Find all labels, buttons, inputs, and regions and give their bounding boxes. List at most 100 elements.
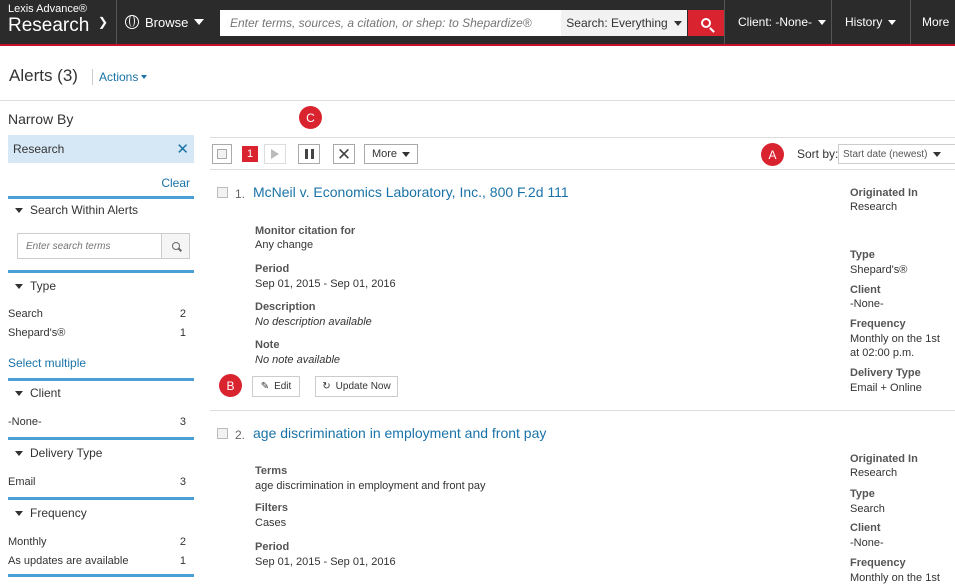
select-all-checkbox[interactable] xyxy=(212,144,232,164)
meta-label: Client xyxy=(850,522,881,534)
edit-button[interactable]: ✎ Edit xyxy=(252,376,300,397)
client-menu[interactable]: Client: -None- xyxy=(738,0,827,44)
search-scope-dropdown[interactable]: Search: Everything xyxy=(561,10,687,36)
facet-option[interactable]: Shepard's® 1 xyxy=(8,327,194,339)
field-value: No description available xyxy=(255,316,372,328)
sort-dropdown[interactable]: Start date (newest) xyxy=(838,144,955,164)
search-within-button[interactable] xyxy=(161,234,189,258)
facet-divider xyxy=(8,378,194,381)
pause-icon xyxy=(304,149,314,159)
facet-option-count: 2 xyxy=(179,536,186,548)
more-actions-dropdown[interactable]: More xyxy=(364,144,418,164)
facet-option[interactable]: Search 2 xyxy=(8,308,194,320)
meta-value: -None- xyxy=(850,537,884,549)
facet-header-frequency[interactable]: Frequency xyxy=(8,506,194,520)
facet-search-box xyxy=(17,233,190,259)
result-number: 1. xyxy=(235,187,246,201)
product-logo[interactable]: Lexis Advance® Research xyxy=(8,3,89,37)
divider xyxy=(116,0,117,44)
meta-value: -None- xyxy=(850,298,884,310)
page-title: Alerts (3) xyxy=(9,66,78,85)
facet-header-client[interactable]: Client xyxy=(8,386,194,400)
meta-value: Monthly on the 1st xyxy=(850,333,940,345)
pause-button[interactable] xyxy=(298,144,320,164)
caret-down-icon xyxy=(194,19,205,25)
field-value: No note available xyxy=(255,354,341,366)
close-icon: ✕ xyxy=(336,144,352,164)
result-title-link[interactable]: age discrimination in employment and fro… xyxy=(253,425,546,441)
meta-label: Originated In xyxy=(850,187,918,199)
field-value: Sep 01, 2015 - Sep 01, 2016 xyxy=(255,556,396,568)
facet-option[interactable]: -None- 3 xyxy=(8,416,194,428)
search-icon xyxy=(171,242,180,250)
clear-filters-link[interactable]: Clear xyxy=(150,176,190,190)
narrow-by-heading: Narrow By xyxy=(8,111,74,127)
facet-option-count: 3 xyxy=(179,476,186,488)
meta-value: Research xyxy=(850,201,898,213)
facet-header-delivery-type[interactable]: Delivery Type xyxy=(8,446,194,460)
remove-filter-icon[interactable]: ✕ xyxy=(176,140,189,158)
meta-value: Research xyxy=(850,467,898,479)
update-now-label: Update Now xyxy=(335,381,391,392)
facet-divider xyxy=(8,497,194,500)
search-button[interactable] xyxy=(688,10,724,36)
facet-option[interactable]: Email 3 xyxy=(8,476,194,488)
selected-count-badge: 1 xyxy=(242,146,258,162)
meta-label: Originated In xyxy=(850,453,918,465)
divider xyxy=(92,69,93,85)
facet-option-count: 2 xyxy=(179,308,186,320)
more-menu[interactable]: More xyxy=(922,0,949,44)
play-icon xyxy=(271,149,279,159)
facet-title: Client xyxy=(30,386,61,400)
facet-header-search[interactable]: Search Within Alerts xyxy=(8,203,194,217)
facet-option[interactable]: As updates are available 1 xyxy=(8,555,194,567)
history-label: History xyxy=(845,15,883,29)
caret-down-icon xyxy=(673,20,682,26)
results-toolbar: 1 ✕ More Sort by: Start date (newest) xyxy=(210,137,955,170)
caret-down-icon xyxy=(402,151,411,157)
search-icon xyxy=(701,18,711,28)
history-menu[interactable]: History xyxy=(845,0,897,44)
facet-option-label: Search xyxy=(8,308,43,320)
facet-title: Search Within Alerts xyxy=(30,203,139,217)
facet-option-label: Shepard's® xyxy=(8,327,66,339)
collapse-triangle-icon xyxy=(15,450,23,456)
caret-down-icon xyxy=(933,151,942,157)
browse-menu[interactable]: Browse xyxy=(125,0,205,44)
resume-button[interactable] xyxy=(264,144,286,164)
meta-label: Frequency xyxy=(850,318,906,330)
facet-option-label: As updates are available xyxy=(8,555,129,567)
delete-button[interactable]: ✕ xyxy=(333,144,355,164)
main-search-input[interactable] xyxy=(220,10,561,36)
field-value: Cases xyxy=(255,517,287,529)
update-now-button[interactable]: ↻ Update Now xyxy=(315,376,398,397)
active-filter-label: Research xyxy=(13,142,65,156)
collapse-triangle-icon xyxy=(15,510,23,516)
product-switcher-chevron-icon[interactable]: ❯ xyxy=(98,15,108,29)
facet-title: Delivery Type xyxy=(30,446,103,460)
result-checkbox[interactable] xyxy=(217,187,228,198)
facet-option-label: -None- xyxy=(8,416,42,428)
search-within-alerts-input[interactable] xyxy=(18,234,161,258)
brand-name: Lexis Advance® xyxy=(8,3,88,15)
field-label: Period xyxy=(255,541,290,553)
more-label: More xyxy=(371,148,398,160)
collapse-triangle-icon xyxy=(15,283,23,289)
facet-option-count: 3 xyxy=(179,416,186,428)
result-checkbox[interactable] xyxy=(217,428,228,439)
facet-header-type[interactable]: Type xyxy=(8,279,194,293)
result-title-link[interactable]: McNeil v. Economics Laboratory, Inc., 80… xyxy=(253,184,569,200)
facet-option[interactable]: Monthly 2 xyxy=(8,536,194,548)
search-scope-label: Search: Everything xyxy=(566,16,668,30)
facet-title: Frequency xyxy=(30,506,87,520)
facet-option-label: Email xyxy=(8,476,36,488)
caret-down-icon xyxy=(818,19,827,25)
actions-menu[interactable]: Actions xyxy=(99,70,148,84)
active-filter-chip: Research ✕ xyxy=(8,135,194,163)
callout-marker-c: C xyxy=(299,106,322,129)
meta-value: at 02:00 p.m. xyxy=(850,347,915,359)
select-multiple-link[interactable]: Select multiple xyxy=(8,356,86,370)
refresh-icon: ↻ xyxy=(322,381,331,392)
caret-down-icon xyxy=(888,19,897,25)
facet-option-label: Monthly xyxy=(8,536,47,548)
